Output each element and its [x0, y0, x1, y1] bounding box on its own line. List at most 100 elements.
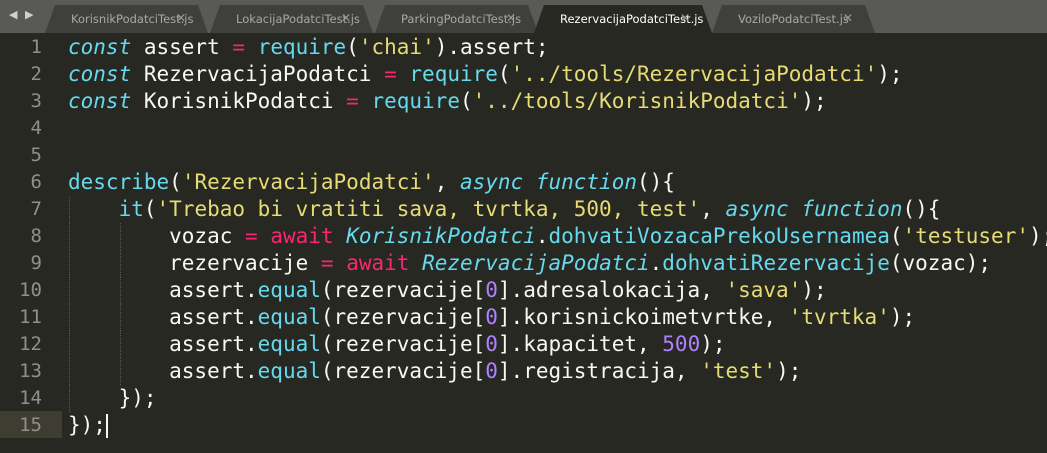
line-number: 1 — [30, 36, 42, 58]
token-fn: equal — [257, 305, 321, 329]
token-fn: it — [118, 197, 144, 221]
token-plain: ( — [497, 62, 511, 86]
token-plain: . — [535, 224, 549, 248]
token-num: 0 — [485, 305, 498, 329]
token-plain: . — [649, 251, 663, 275]
line-text: const KorisnikPodatci = require('../tool… — [68, 88, 827, 115]
token-plain: ); — [700, 332, 726, 356]
close-tab-icon[interactable]: ✕ — [680, 11, 690, 25]
code-line: 3 const KorisnikPodatci = require('../too… — [0, 88, 1047, 115]
code-editor[interactable]: 1 const assert = require('chai').assert; 2… — [0, 34, 1047, 439]
line-number: 6 — [30, 171, 42, 193]
line-text: vozac = await KorisnikPodatci.dohvatiVoz… — [68, 223, 1047, 250]
token-plain: (rezervacije[ — [320, 278, 486, 302]
token-num: 0 — [485, 359, 498, 383]
close-tab-icon[interactable]: ✕ — [176, 11, 186, 25]
token-kw: await — [346, 251, 410, 275]
token-str: 'RezervacijaPodatci' — [181, 170, 435, 194]
line-text: const RezervacijaPodatci = require('../t… — [68, 61, 903, 88]
token-plain: ( — [169, 170, 182, 194]
close-tab-icon[interactable]: ✕ — [341, 11, 351, 25]
token-plain: ( — [889, 224, 903, 248]
tab-label: VoziloPodatciTest.js — [738, 12, 849, 26]
token-plain: ).assert; — [434, 35, 549, 59]
token-op: = — [384, 62, 397, 86]
token-plain: , — [434, 170, 460, 194]
token-fn: require — [371, 89, 460, 113]
token-plain: ].registracija, — [497, 359, 701, 383]
token-str: 'chai' — [358, 35, 435, 59]
token-plain: ( — [143, 197, 157, 221]
token-str: 'tvrtka' — [788, 305, 890, 329]
token-storage: async function — [725, 197, 903, 221]
code-line: 12 assert.equal(rezervacije[0].kapacitet… — [0, 331, 1047, 358]
tab-lokacijapodatcitest-js[interactable]: LokacijaPodatciTest.js ✕ — [210, 5, 373, 33]
token-kw: await — [270, 224, 334, 248]
token-cls: KorisnikPodatci — [346, 224, 536, 248]
code-line: 4 — [0, 115, 1047, 142]
token-plain: vozac — [68, 224, 246, 248]
code-line: 8 vozac = await KorisnikPodatci.dohvatiV… — [0, 223, 1047, 250]
line-text: }); — [68, 385, 157, 412]
token-plain: RezervacijaPodatci — [131, 62, 385, 86]
token-num: 0 — [485, 332, 498, 356]
line-number: 11 — [19, 306, 42, 328]
tab-rezervacijapodatcitest-js[interactable]: RezervacijaPodatciTest.js ✕ — [534, 5, 712, 33]
token-plain: (rezervacije[ — [320, 305, 486, 329]
token-fn: require — [409, 62, 498, 86]
tab-parkingpodatcitest-js[interactable]: ParkingPodatciTest.js ✕ — [375, 5, 538, 33]
token-plain: ].korisnickoimetvrtke, — [497, 305, 789, 329]
line-text: assert.equal(rezervacije[0].registracija… — [68, 358, 801, 385]
token-str: '../tools/KorisnikPodatci' — [472, 89, 802, 113]
code-line: 9 rezervacije = await RezervacijaPodatci… — [0, 250, 1047, 277]
code-line: 6 describe('RezervacijaPodatci', async fu… — [0, 169, 1047, 196]
line-number: 9 — [30, 252, 42, 274]
token-plain: KorisnikPodatci — [131, 89, 347, 113]
line-number: 2 — [30, 63, 42, 85]
token-op: = — [232, 35, 246, 59]
tab-korisnikpodatcitest-js[interactable]: KorisnikPodatciTest.js ✕ — [45, 5, 208, 33]
token-fn: equal — [257, 332, 321, 356]
code-line: 11 assert.equal(rezervacije[0].korisnick… — [0, 304, 1047, 331]
tab-vozilopodatcitest-js[interactable]: VoziloPodatciTest.js ✕ — [712, 5, 875, 33]
code-line: 7 it('Trebao bi vratiti sava, tvrtka, 50… — [0, 196, 1047, 223]
token-plain: (vozac); — [889, 251, 992, 275]
token-str: 'test' — [700, 359, 777, 383]
token-cls: RezervacijaPodatci — [422, 251, 650, 275]
token-plain: ); — [801, 89, 827, 113]
token-plain: assert. — [68, 305, 258, 329]
token-plain: }); — [68, 413, 106, 437]
token-storage: const — [68, 89, 132, 113]
line-number: 8 — [30, 225, 42, 247]
line-number: 3 — [30, 90, 42, 112]
line-text: rezervacije = await RezervacijaPodatci.d… — [68, 250, 991, 277]
close-tab-icon[interactable]: ✕ — [843, 11, 853, 25]
token-storage: async function — [459, 170, 637, 194]
token-fn: describe — [68, 170, 170, 194]
line-text: }); — [68, 412, 108, 439]
token-plain: ); — [1028, 224, 1047, 248]
token-plain: ].adresalokacija, — [497, 278, 726, 302]
token-op: = — [320, 251, 334, 275]
token-fn: dohvatiVozacaPrekoUsernamea — [548, 224, 890, 248]
line-text: describe('RezervacijaPodatci', async fun… — [68, 169, 675, 196]
code-line: 15}); — [0, 412, 1047, 439]
close-tab-icon[interactable]: ✕ — [506, 11, 516, 25]
token-storage: const — [68, 62, 132, 86]
token-str: 'testuser' — [902, 224, 1029, 248]
line-text: assert.equal(rezervacije[0].adresalokaci… — [68, 277, 827, 304]
token-plain: (rezervacije[ — [320, 332, 486, 356]
line-text: assert.equal(rezervacije[0].kapacitet, 5… — [68, 331, 726, 358]
token-plain: ( — [346, 35, 359, 59]
code-line: 10 assert.equal(rezervacije[0].adresalok… — [0, 277, 1047, 304]
line-text: assert.equal(rezervacije[0].korisnickoim… — [68, 304, 915, 331]
token-fn: equal — [257, 359, 321, 383]
tab-nav-arrows-icon[interactable]: ◀ ▶ — [9, 8, 35, 21]
token-str: 'sava' — [725, 278, 802, 302]
